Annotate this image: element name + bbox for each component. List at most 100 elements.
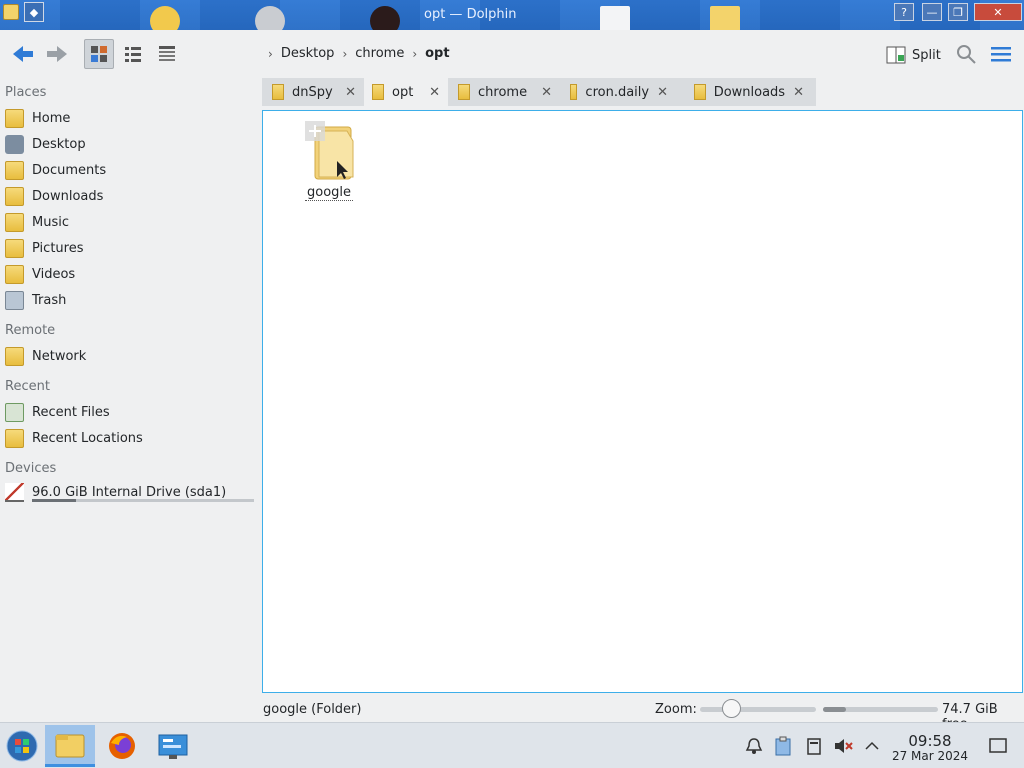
sidebar-item-network[interactable]: Network [5,344,86,368]
search-icon[interactable] [955,43,977,65]
tab-label: chrome [478,84,528,100]
tab-cron-daily[interactable]: cron.daily ✕ [562,78,676,106]
home-folder-icon [5,108,24,128]
split-view-icon [886,46,906,64]
dolphin-app-icon[interactable] [3,4,19,20]
folder-icon [694,84,706,100]
show-desktop-icon[interactable] [988,736,1008,756]
sidebar-item-recent-files[interactable]: Recent Files [5,400,110,424]
tab-label: Downloads [713,84,786,100]
file-view[interactable]: google [262,110,1023,693]
videos-folder-icon [5,264,24,284]
arrow-right-icon[interactable] [42,39,72,69]
section-title-devices: Devices [5,461,57,476]
sidebar-item-pictures[interactable]: Pictures [5,236,83,260]
help-button[interactable]: ? [894,3,914,21]
hamburger-menu-icon[interactable] [989,43,1013,65]
clipboard-icon[interactable] [773,736,793,756]
documents-folder-icon [5,160,24,180]
taskbar: 09:58 27 Mar 2024 [0,722,1024,768]
close-tab-icon[interactable]: ✕ [541,85,552,100]
section-title-remote: Remote [5,323,56,338]
sidebar-item-desktop[interactable]: Desktop [5,132,86,156]
clock-date[interactable]: 27 Mar 2024 [889,749,971,763]
tab-label: dnSpy [292,84,333,100]
folder-item-google[interactable]: google [299,121,359,201]
sidebar-item-label: Home [32,110,71,126]
start-menu-icon[interactable] [0,725,44,767]
close-tab-icon[interactable]: ✕ [793,85,804,100]
breadcrumb-item[interactable]: chrome [355,46,404,61]
maximize-button[interactable]: ❐ [948,3,968,21]
breadcrumb-current[interactable]: opt [425,46,449,61]
chevron-right-icon: › [268,46,273,61]
titlebar-decoration [150,6,180,30]
sidebar-item-recent-locations[interactable]: Recent Locations [5,426,143,450]
clock-time[interactable]: 09:58 [897,732,963,750]
folder-icon [372,84,384,100]
chevron-right-icon: › [342,46,348,61]
pin-icon[interactable]: ◆ [24,2,44,22]
tab-dnspy[interactable]: dnSpy ✕ [264,78,364,106]
zoom-label: Zoom: [655,702,697,717]
chevron-up-icon[interactable] [862,736,882,756]
sidebar-item-label: Pictures [32,240,84,256]
titlebar-decoration [370,6,400,30]
close-tab-icon[interactable]: ✕ [345,85,356,100]
sidebar-item-label: Recent Files [32,404,110,420]
downloads-folder-icon [5,186,24,206]
compact-view-icon[interactable] [118,39,148,69]
breadcrumb-item[interactable]: Desktop [281,46,335,61]
tab-bar: dnSpy ✕ opt ✕ chrome ✕ cron.daily ✕ Download… [262,78,816,106]
titlebar-decoration [600,6,630,30]
titlebar-decoration [255,6,285,30]
folder-icon [570,84,578,100]
minimize-button[interactable]: — [922,3,942,21]
zoom-slider-handle[interactable] [722,699,742,718]
sidebar-item-home[interactable]: Home [5,106,70,130]
sidebar-item-label: Documents [32,162,107,178]
recent-files-icon [5,402,24,422]
storage-notifier-icon[interactable] [804,736,824,756]
close-button[interactable]: ✕ [974,3,1022,21]
sidebar-item-label: Desktop [32,136,86,152]
item-label: google [304,185,354,201]
network-folder-icon [5,346,24,366]
notifications-icon[interactable] [744,736,764,756]
trash-icon [5,290,24,310]
sidebar-item-videos[interactable]: Videos [5,262,75,286]
sidebar-item-trash[interactable]: Trash [5,288,66,312]
volume-muted-icon[interactable] [833,736,853,756]
firefox-icon[interactable] [97,725,147,767]
tab-downloads[interactable]: Downloads ✕ [686,78,812,106]
close-tab-icon[interactable]: ✕ [657,85,668,100]
window-title: opt — Dolphin [424,7,517,22]
status-bar: google (Folder) Zoom: 74.7 GiB free [0,696,1024,732]
tab-label: cron.daily [585,84,650,100]
recent-locations-icon [5,428,24,448]
sidebar-item-downloads[interactable]: Downloads [5,184,103,208]
sidebar-item-documents[interactable]: Documents [5,158,106,182]
window-titlebar: ◆ opt — Dolphin ? — ❐ ✕ [0,0,1024,30]
titlebar-decoration [710,6,740,30]
sidebar-item-label: Recent Locations [32,430,143,446]
icons-view-icon[interactable] [84,39,114,69]
details-view-icon[interactable] [152,39,182,69]
sidebar-item-music[interactable]: Music [5,210,69,234]
arrow-left-icon[interactable] [8,39,38,69]
chevron-right-icon: › [412,46,418,61]
folder-icon [458,84,470,100]
drive-usage-fill [32,499,77,502]
zoom-slider[interactable] [700,707,816,712]
pictures-folder-icon [5,238,24,258]
sidebar-item-label: Music [32,214,69,230]
close-tab-icon[interactable]: ✕ [429,85,440,100]
music-folder-icon [5,212,24,232]
tab-opt[interactable]: opt ✕ [364,78,448,106]
tab-chrome[interactable]: chrome ✕ [450,78,560,106]
split-button[interactable]: Split [886,43,941,67]
taskbar-dolphin-button[interactable] [45,725,95,767]
system-settings-icon[interactable] [148,725,198,767]
drive-usage-bar [32,499,254,502]
toolbar: › Desktop › chrome › opt Split [0,30,1024,78]
